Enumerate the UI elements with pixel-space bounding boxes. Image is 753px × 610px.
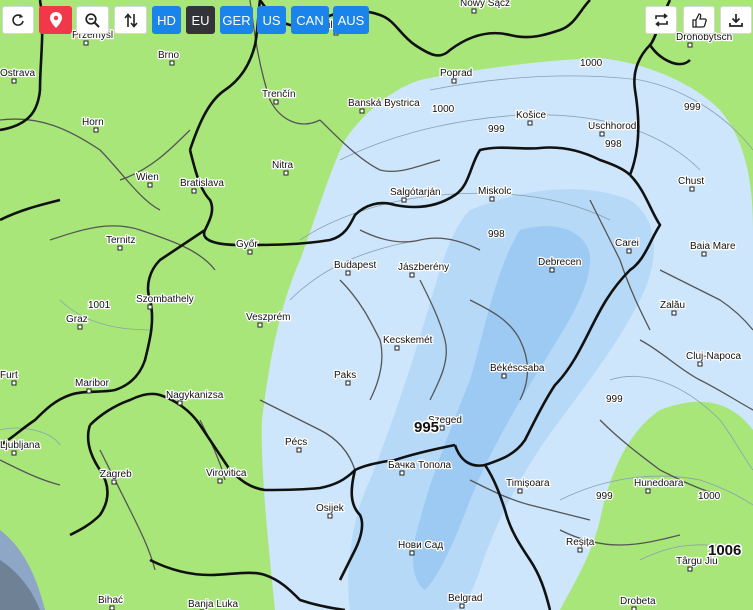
region-button-aus[interactable]: AUS bbox=[333, 6, 369, 34]
region-button-ger[interactable]: GER bbox=[220, 6, 253, 34]
repeat-button[interactable] bbox=[645, 6, 677, 34]
region-button-us[interactable]: US bbox=[257, 6, 286, 34]
weather-map[interactable] bbox=[0, 0, 753, 610]
repeat-icon bbox=[654, 13, 668, 27]
location-pin-button[interactable] bbox=[39, 6, 72, 34]
zoom-out-icon bbox=[85, 12, 100, 28]
refresh-icon bbox=[12, 14, 24, 26]
refresh-button[interactable] bbox=[2, 6, 34, 34]
region-button-eu[interactable]: EU bbox=[186, 6, 215, 34]
swap-vertical-icon bbox=[123, 12, 138, 28]
thumbs-up-icon bbox=[691, 12, 707, 28]
region-button-hd[interactable]: HD bbox=[152, 6, 181, 34]
like-button[interactable] bbox=[683, 6, 715, 34]
download-icon bbox=[729, 14, 743, 27]
zoom-out-button[interactable] bbox=[76, 6, 109, 34]
region-button-can[interactable]: CAN bbox=[291, 6, 329, 34]
download-button[interactable] bbox=[720, 6, 752, 34]
map-pin-icon bbox=[49, 12, 62, 28]
swap-button[interactable] bbox=[114, 6, 147, 34]
